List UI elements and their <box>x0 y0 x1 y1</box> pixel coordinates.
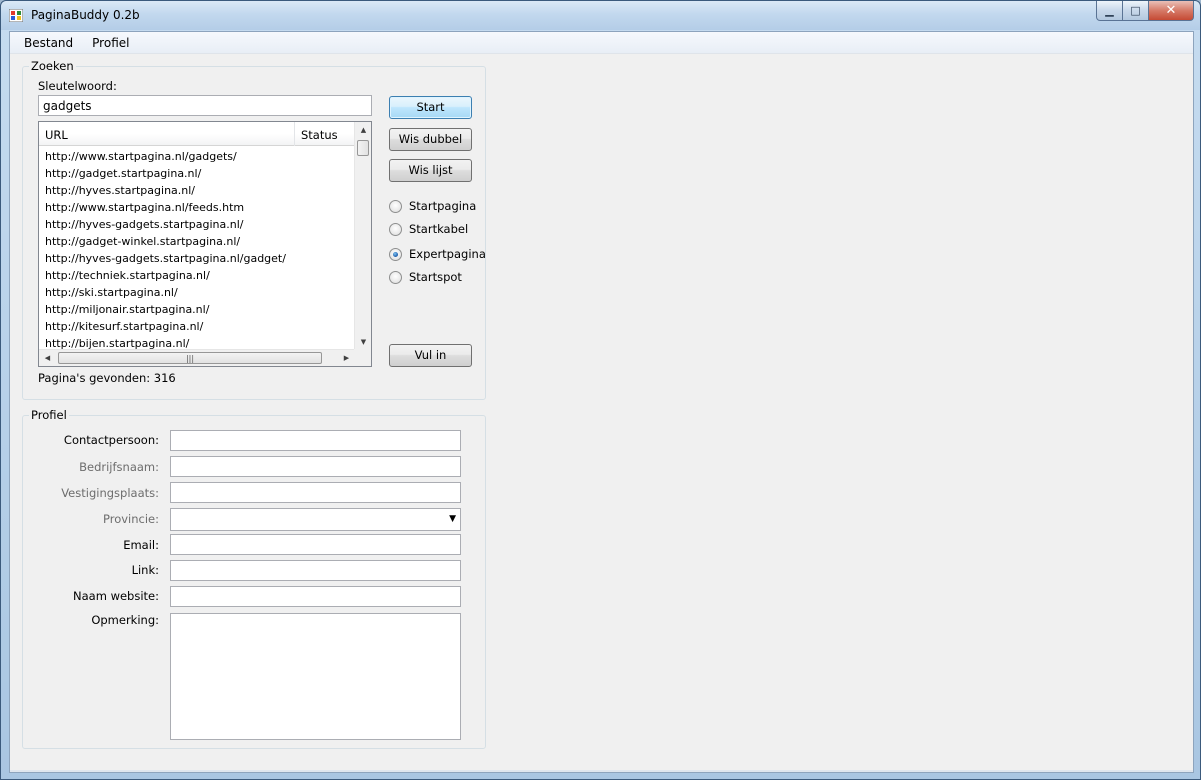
menu-bestand[interactable]: Bestand <box>10 32 83 54</box>
bedrijfsnaam-label: Bedrijfsnaam: <box>79 460 159 474</box>
contactpersoon-input[interactable] <box>170 430 461 451</box>
list-item[interactable]: http://www.startpagina.nl/feeds.htm <box>39 199 355 216</box>
scroll-right-icon[interactable]: ▶ <box>338 350 355 366</box>
list-item[interactable]: http://techniek.startpagina.nl/ <box>39 267 355 284</box>
scroll-corner <box>354 349 371 366</box>
radio-circle-checked[interactable] <box>389 247 402 261</box>
wis-dubbel-button[interactable]: Wis dubbel <box>389 128 472 151</box>
radio-circle[interactable] <box>389 222 402 236</box>
list-item[interactable]: http://gadget.startpagina.nl/ <box>39 165 355 182</box>
provincie-select[interactable]: ▼ <box>170 508 461 531</box>
email-input[interactable] <box>170 534 461 555</box>
list-item[interactable]: http://hyves.startpagina.nl/ <box>39 182 355 199</box>
maximize-button[interactable]: □ <box>1123 1 1149 21</box>
radio-startspot[interactable]: Startspot <box>389 270 462 284</box>
list-item[interactable]: http://hyves-gadgets.startpagina.nl/gadg… <box>39 250 355 267</box>
app-grid-icon <box>9 9 23 22</box>
radio-startpagina[interactable]: Startpagina <box>389 199 476 213</box>
menu-profiel[interactable]: Profiel <box>83 32 139 54</box>
profile-group-title: Profiel <box>29 408 69 422</box>
bedrijfsnaam-input[interactable] <box>170 456 461 477</box>
email-label: Email: <box>123 538 159 552</box>
radio-label: Startpagina <box>409 199 477 213</box>
contactpersoon-label: Contactpersoon: <box>63 433 159 447</box>
list-item[interactable]: http://www.startpagina.nl/gadgets/ <box>39 148 355 165</box>
chevron-down-icon[interactable]: ▼ <box>449 514 456 524</box>
app-window: PaginaBuddy 0.2b ▁ □ ✕ Bestand Profiel Z… <box>0 0 1201 780</box>
radio-startkabel[interactable]: Startkabel <box>389 222 468 236</box>
opmerking-label: Opmerking: <box>91 613 159 627</box>
scroll-up-icon[interactable]: ▲ <box>355 122 371 139</box>
vestigingsplaats-label: Vestigingsplaats: <box>61 486 159 500</box>
opmerking-textarea[interactable] <box>170 613 461 740</box>
url-list-header: URL Status <box>39 122 355 146</box>
vestigingsplaats-input[interactable] <box>170 482 461 503</box>
start-button[interactable]: Start <box>389 96 472 119</box>
radio-circle[interactable] <box>389 199 402 213</box>
minimize-icon: ▁ <box>1105 4 1114 17</box>
wis-lijst-button[interactable]: Wis lijst <box>389 159 472 182</box>
minimize-button[interactable]: ▁ <box>1096 1 1123 21</box>
horizontal-scrollbar[interactable]: ◀ ||| ▶ <box>39 349 355 366</box>
window-title: PaginaBuddy 0.2b <box>31 8 140 22</box>
close-button[interactable]: ✕ <box>1149 1 1194 21</box>
link-label: Link: <box>131 563 159 577</box>
column-header-status[interactable]: Status <box>295 122 355 146</box>
keyword-label: Sleutelwoord: <box>38 79 117 93</box>
close-icon: ✕ <box>1165 3 1177 18</box>
radio-label: Expertpagina <box>409 247 486 261</box>
pages-found-label: Pagina's gevonden: 316 <box>38 371 176 385</box>
naam-website-label: Naam website: <box>73 589 159 603</box>
title-bar[interactable]: PaginaBuddy 0.2b ▁ □ ✕ <box>1 1 1200 30</box>
list-item[interactable]: http://kitesurf.startpagina.nl/ <box>39 318 355 335</box>
link-input[interactable] <box>170 560 461 581</box>
radio-circle[interactable] <box>389 270 402 284</box>
radio-label: Startkabel <box>409 222 469 236</box>
radio-label: Startspot <box>409 270 462 284</box>
provincie-label: Provincie: <box>102 512 159 526</box>
list-item[interactable]: http://ski.startpagina.nl/ <box>39 284 355 301</box>
list-item[interactable]: http://hyves-gadgets.startpagina.nl/ <box>39 216 355 233</box>
scroll-left-icon[interactable]: ◀ <box>39 350 56 366</box>
list-item[interactable]: http://miljonair.startpagina.nl/ <box>39 301 355 318</box>
horizontal-scroll-thumb[interactable]: ||| <box>58 352 322 364</box>
search-group-title: Zoeken <box>29 59 76 73</box>
client-area: Bestand Profiel Zoeken Sleutelwoord: gad… <box>9 31 1194 773</box>
column-header-url[interactable]: URL <box>39 122 295 146</box>
url-list-rows: http://www.startpagina.nl/gadgets/http:/… <box>39 148 355 352</box>
maximize-icon: □ <box>1130 4 1141 17</box>
vertical-scrollbar[interactable]: ▲ ▼ <box>354 122 371 351</box>
radio-expertpagina[interactable]: Expertpagina <box>389 247 486 261</box>
keyword-input[interactable]: gadgets <box>38 95 372 116</box>
vul-in-button[interactable]: Vul in <box>389 344 472 367</box>
naam-website-input[interactable] <box>170 586 461 607</box>
vertical-scroll-thumb[interactable] <box>357 140 369 156</box>
menu-bar: Bestand Profiel <box>10 32 1193 54</box>
status-strip <box>10 770 1193 772</box>
caption-buttons: ▁ □ ✕ <box>1096 1 1194 21</box>
url-list[interactable]: URL Status http://www.startpagina.nl/gad… <box>38 121 372 367</box>
list-item[interactable]: http://gadget-winkel.startpagina.nl/ <box>39 233 355 250</box>
